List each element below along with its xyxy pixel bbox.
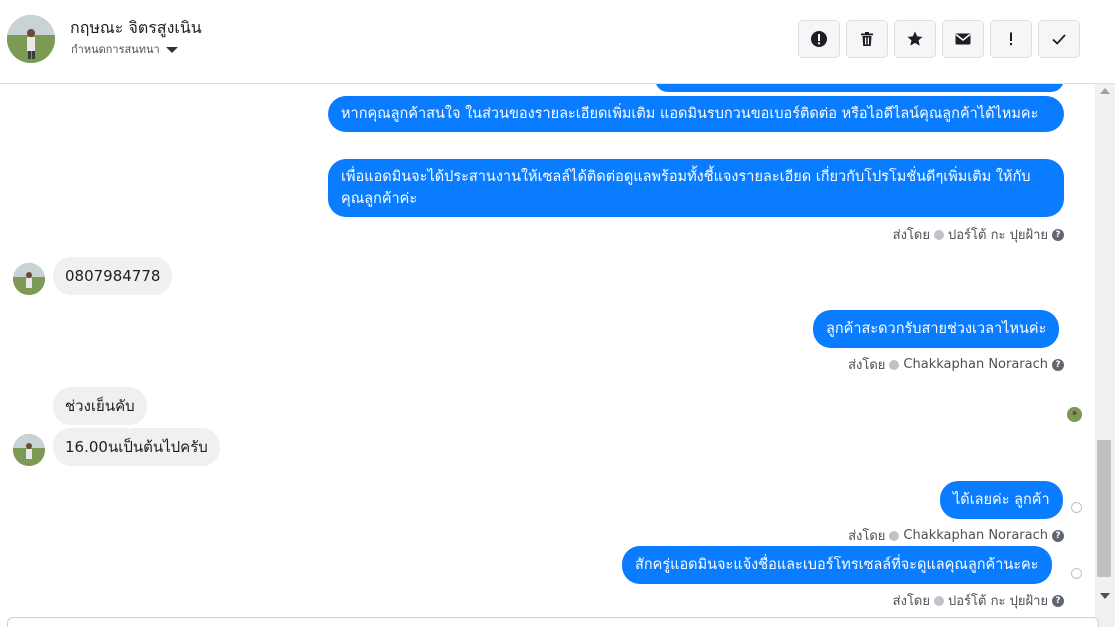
report-button[interactable] bbox=[798, 20, 840, 58]
inbox-conversation: กฤษณะ จิตรสูงเนิน กำหนดการสนทนา หากคุณลู… bbox=[0, 0, 1115, 627]
caret-down-icon bbox=[165, 46, 178, 53]
message-bubble-outgoing[interactable]: ลูกค้าสะดวกรับสายช่วงเวลาไหนค่ะ bbox=[813, 310, 1060, 348]
sender-name[interactable]: Chakkaphan Norarach bbox=[903, 528, 1048, 543]
message-bubble-outgoing-partial[interactable] bbox=[655, 84, 1064, 92]
sent-by-text: ส่งโดย bbox=[892, 228, 930, 243]
message-composer[interactable] bbox=[7, 617, 1099, 627]
report-icon bbox=[811, 31, 827, 47]
help-icon[interactable]: ? bbox=[1052, 529, 1064, 542]
check-icon bbox=[1052, 34, 1066, 45]
sender-name[interactable]: ปอร์โต้ กะ ปุยฝ้าย bbox=[948, 590, 1048, 611]
sent-by-label: ส่งโดย ปอร์โต้ กะ ปุยฝ้าย ? bbox=[893, 590, 1064, 611]
mark-important-button[interactable] bbox=[990, 20, 1032, 58]
message-bubble-outgoing[interactable]: หากคุณลูกค้าสนใจ ในส่วนของรายละเอียดเพิ่… bbox=[328, 96, 1064, 132]
verified-icon bbox=[889, 359, 900, 370]
contact-avatar[interactable] bbox=[7, 15, 55, 63]
sent-by-text: ส่งโดย bbox=[848, 529, 886, 544]
message-scrollbar[interactable] bbox=[1095, 84, 1115, 627]
sent-status-icon bbox=[1071, 502, 1082, 513]
mark-done-button[interactable] bbox=[1038, 20, 1080, 58]
message-bubble-outgoing[interactable]: เพื่อแอดมินจะได้ประสานงานให้เซลล์ได้ติดต… bbox=[328, 159, 1064, 217]
star-button[interactable] bbox=[894, 20, 936, 58]
contact-name[interactable]: กฤษณะ จิตรสูงเนิน bbox=[70, 16, 202, 41]
message-bubble-incoming[interactable]: ช่วงเย็นคับ bbox=[53, 387, 147, 425]
conversation-toolbar bbox=[798, 20, 1080, 58]
mark-unread-button[interactable] bbox=[942, 20, 984, 58]
sender-name[interactable]: Chakkaphan Norarach bbox=[903, 357, 1048, 372]
scroll-thumb[interactable] bbox=[1097, 440, 1111, 577]
sent-by-label: ส่งโดย Chakkaphan Norarach ? bbox=[848, 525, 1064, 546]
sender-name[interactable]: ปอร์โต้ กะ ปุยฝ้าย bbox=[948, 224, 1048, 245]
exclamation-icon bbox=[1010, 32, 1012, 46]
sent-by-text: ส่งโดย bbox=[848, 358, 886, 373]
sent-status-icon bbox=[1071, 568, 1082, 579]
contact-avatar-small bbox=[13, 263, 45, 295]
help-icon[interactable]: ? bbox=[1052, 358, 1064, 371]
sent-by-label: ส่งโดย ปอร์โต้ กะ ปุยฝ้าย ? bbox=[893, 224, 1064, 245]
scroll-up-arrow-icon[interactable] bbox=[1100, 88, 1110, 94]
message-bubble-incoming[interactable]: 16.00นเป็นต้นไปครับ bbox=[53, 428, 220, 466]
conversation-header: กฤษณะ จิตรสูงเนิน กำหนดการสนทนา bbox=[0, 0, 1115, 84]
contact-avatar-small bbox=[13, 434, 45, 466]
conversation-settings-label: กำหนดการสนทนา bbox=[71, 43, 160, 56]
help-icon[interactable]: ? bbox=[1052, 594, 1064, 607]
delete-button[interactable] bbox=[846, 20, 888, 58]
trash-icon bbox=[861, 32, 873, 46]
verified-icon bbox=[889, 530, 900, 541]
mail-icon bbox=[955, 33, 971, 45]
verified-icon bbox=[934, 229, 944, 240]
scroll-down-arrow-icon[interactable] bbox=[1100, 593, 1110, 599]
message-bubble-outgoing[interactable]: สักครู่แอดมินจะแจ้งชื่อและเบอร์โทรเซลล์ท… bbox=[622, 546, 1052, 584]
verified-icon bbox=[934, 595, 944, 606]
help-icon[interactable]: ? bbox=[1052, 228, 1064, 241]
sent-by-text: ส่งโดย bbox=[892, 594, 930, 609]
message-bubble-incoming[interactable]: 0807984778 bbox=[53, 257, 173, 295]
conversation-settings-dropdown[interactable]: กำหนดการสนทนา bbox=[71, 40, 178, 58]
message-bubble-outgoing[interactable]: ได้เลยค่ะ ลูกค้า bbox=[940, 481, 1063, 519]
sent-by-label: ส่งโดย Chakkaphan Norarach ? bbox=[848, 354, 1064, 375]
seen-avatar bbox=[1067, 407, 1082, 422]
message-thread: หากคุณลูกค้าสนใจ ในส่วนของรายละเอียดเพิ่… bbox=[0, 84, 1095, 627]
star-icon bbox=[907, 31, 923, 46]
